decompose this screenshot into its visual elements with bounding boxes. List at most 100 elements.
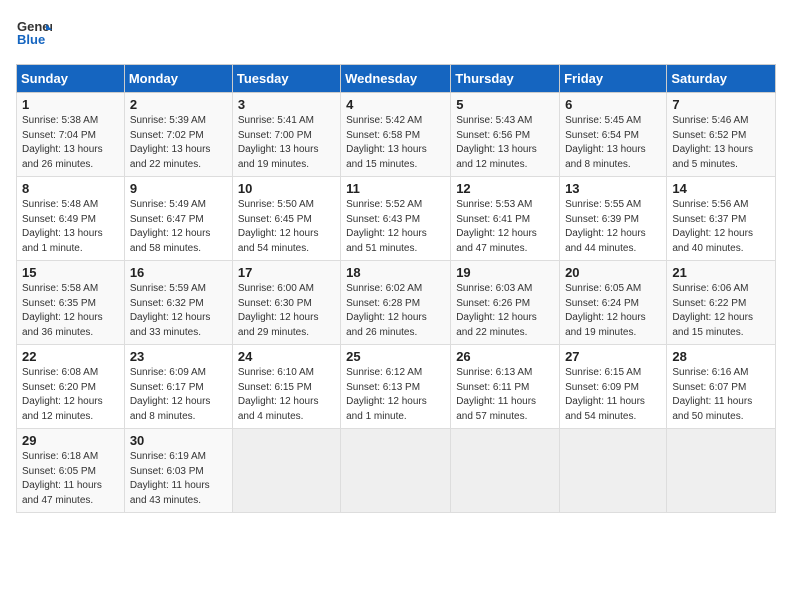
calendar-day-cell: 1Sunrise: 5:38 AMSunset: 7:04 PMDaylight… [17, 93, 125, 177]
calendar-week-row: 29 Sunrise: 6:18 AMSunset: 6:05 PMDayligh… [17, 429, 776, 513]
day-number: 14 [672, 181, 770, 196]
calendar-day-cell: 30 Sunrise: 6:19 AMSunset: 6:03 PMDayligh… [124, 429, 232, 513]
calendar-day-cell: 16 Sunrise: 5:59 AMSunset: 6:32 PMDayligh… [124, 261, 232, 345]
calendar-day-cell: 23 Sunrise: 6:09 AMSunset: 6:17 PMDayligh… [124, 345, 232, 429]
weekday-header: Sunday [17, 65, 125, 93]
calendar-day-cell: 11 Sunrise: 5:52 AMSunset: 6:43 PMDayligh… [341, 177, 451, 261]
day-info: Sunrise: 5:56 AMSunset: 6:37 PMDaylight:… [672, 199, 753, 254]
calendar-day-cell: 5Sunrise: 5:43 AMSunset: 6:56 PMDaylight… [451, 93, 560, 177]
day-info: Sunrise: 6:10 AMSunset: 6:15 PMDaylight:… [238, 367, 319, 422]
day-number: 20 [565, 265, 661, 280]
day-info: Sunrise: 5:42 AMSunset: 6:58 PMDaylight:… [346, 115, 427, 170]
day-number: 24 [238, 349, 335, 364]
calendar-day-cell: 9Sunrise: 5:49 AMSunset: 6:47 PMDaylight… [124, 177, 232, 261]
day-info: Sunrise: 6:16 AMSunset: 6:07 PMDaylight:… [672, 367, 752, 422]
day-number: 26 [456, 349, 554, 364]
day-info: Sunrise: 5:46 AMSunset: 6:52 PMDaylight:… [672, 115, 753, 170]
calendar-day-cell: 6 Sunrise: 5:45 AMSunset: 6:54 PMDaylight… [560, 93, 667, 177]
day-number: 18 [346, 265, 445, 280]
day-info: Sunrise: 6:08 AMSunset: 6:20 PMDaylight:… [22, 367, 103, 422]
day-number: 3 [238, 97, 335, 112]
day-info: Sunrise: 5:45 AMSunset: 6:54 PMDaylight:… [565, 115, 646, 170]
day-info: Sunrise: 6:00 AMSunset: 6:30 PMDaylight:… [238, 283, 319, 338]
day-number: 23 [130, 349, 227, 364]
calendar-day-cell: 21 Sunrise: 6:06 AMSunset: 6:22 PMDayligh… [667, 261, 776, 345]
day-info: Sunrise: 6:12 AMSunset: 6:13 PMDaylight:… [346, 367, 427, 422]
day-info: Sunrise: 6:19 AMSunset: 6:03 PMDaylight:… [130, 451, 210, 506]
weekday-header: Saturday [667, 65, 776, 93]
day-number: 9 [130, 181, 227, 196]
calendar-day-cell [341, 429, 451, 513]
day-number: 25 [346, 349, 445, 364]
day-info: Sunrise: 5:39 AMSunset: 7:02 PMDaylight:… [130, 115, 211, 170]
calendar-day-cell: 28 Sunrise: 6:16 AMSunset: 6:07 PMDayligh… [667, 345, 776, 429]
calendar-day-cell: 12Sunrise: 5:53 AMSunset: 6:41 PMDayligh… [451, 177, 560, 261]
calendar-day-cell: 26 Sunrise: 6:13 AMSunset: 6:11 PMDayligh… [451, 345, 560, 429]
calendar-day-cell [560, 429, 667, 513]
weekday-header: Friday [560, 65, 667, 93]
day-number: 17 [238, 265, 335, 280]
day-info: Sunrise: 6:09 AMSunset: 6:17 PMDaylight:… [130, 367, 211, 422]
day-number: 16 [130, 265, 227, 280]
day-info: Sunrise: 6:03 AMSunset: 6:26 PMDaylight:… [456, 283, 537, 338]
weekday-header: Tuesday [232, 65, 340, 93]
calendar-day-cell: 17 Sunrise: 6:00 AMSunset: 6:30 PMDayligh… [232, 261, 340, 345]
day-number: 21 [672, 265, 770, 280]
calendar-day-cell: 29 Sunrise: 6:18 AMSunset: 6:05 PMDayligh… [17, 429, 125, 513]
day-number: 8 [22, 181, 119, 196]
calendar-table: SundayMondayTuesdayWednesdayThursdayFrid… [16, 64, 776, 513]
calendar-day-cell: 22Sunrise: 6:08 AMSunset: 6:20 PMDayligh… [17, 345, 125, 429]
logo-graphic: General Blue [16, 16, 52, 52]
weekday-header: Monday [124, 65, 232, 93]
day-info: Sunrise: 6:02 AMSunset: 6:28 PMDaylight:… [346, 283, 427, 338]
day-number: 5 [456, 97, 554, 112]
calendar-day-cell: 13 Sunrise: 5:55 AMSunset: 6:39 PMDayligh… [560, 177, 667, 261]
calendar-day-cell: 20 Sunrise: 6:05 AMSunset: 6:24 PMDayligh… [560, 261, 667, 345]
logo: General Blue [16, 16, 52, 52]
day-info: Sunrise: 6:15 AMSunset: 6:09 PMDaylight:… [565, 367, 645, 422]
day-info: Sunrise: 6:18 AMSunset: 6:05 PMDaylight:… [22, 451, 102, 506]
calendar-day-cell: 24 Sunrise: 6:10 AMSunset: 6:15 PMDayligh… [232, 345, 340, 429]
day-info: Sunrise: 5:48 AMSunset: 6:49 PMDaylight:… [22, 199, 103, 254]
day-info: Sunrise: 5:55 AMSunset: 6:39 PMDaylight:… [565, 199, 646, 254]
day-info: Sunrise: 6:13 AMSunset: 6:11 PMDaylight:… [456, 367, 536, 422]
calendar-day-cell: 3 Sunrise: 5:41 AMSunset: 7:00 PMDaylight… [232, 93, 340, 177]
day-number: 30 [130, 433, 227, 448]
calendar-day-cell: 7 Sunrise: 5:46 AMSunset: 6:52 PMDaylight… [667, 93, 776, 177]
day-info: Sunrise: 5:38 AMSunset: 7:04 PMDaylight:… [22, 115, 103, 170]
calendar-day-cell: 18 Sunrise: 6:02 AMSunset: 6:28 PMDayligh… [341, 261, 451, 345]
day-number: 29 [22, 433, 119, 448]
calendar-day-cell: 14 Sunrise: 5:56 AMSunset: 6:37 PMDayligh… [667, 177, 776, 261]
calendar-day-cell: 10 Sunrise: 5:50 AMSunset: 6:45 PMDayligh… [232, 177, 340, 261]
day-info: Sunrise: 5:58 AMSunset: 6:35 PMDaylight:… [22, 283, 103, 338]
day-number: 13 [565, 181, 661, 196]
calendar-day-cell: 8 Sunrise: 5:48 AMSunset: 6:49 PMDaylight… [17, 177, 125, 261]
page-header: General Blue [16, 16, 776, 52]
day-number: 15 [22, 265, 119, 280]
calendar-day-cell [451, 429, 560, 513]
calendar-day-cell: 15 Sunrise: 5:58 AMSunset: 6:35 PMDayligh… [17, 261, 125, 345]
day-info: Sunrise: 5:50 AMSunset: 6:45 PMDaylight:… [238, 199, 319, 254]
day-info: Sunrise: 5:41 AMSunset: 7:00 PMDaylight:… [238, 115, 319, 170]
day-number: 10 [238, 181, 335, 196]
calendar-day-cell: 4 Sunrise: 5:42 AMSunset: 6:58 PMDaylight… [341, 93, 451, 177]
day-number: 4 [346, 97, 445, 112]
day-number: 7 [672, 97, 770, 112]
svg-text:Blue: Blue [17, 32, 45, 47]
day-info: Sunrise: 5:59 AMSunset: 6:32 PMDaylight:… [130, 283, 211, 338]
calendar-week-row: 22Sunrise: 6:08 AMSunset: 6:20 PMDayligh… [17, 345, 776, 429]
day-info: Sunrise: 6:06 AMSunset: 6:22 PMDaylight:… [672, 283, 753, 338]
weekday-header: Wednesday [341, 65, 451, 93]
day-info: Sunrise: 5:52 AMSunset: 6:43 PMDaylight:… [346, 199, 427, 254]
day-number: 11 [346, 181, 445, 196]
day-number: 12 [456, 181, 554, 196]
day-number: 6 [565, 97, 661, 112]
day-info: Sunrise: 6:05 AMSunset: 6:24 PMDaylight:… [565, 283, 646, 338]
day-number: 27 [565, 349, 661, 364]
calendar-day-cell: 19Sunrise: 6:03 AMSunset: 6:26 PMDayligh… [451, 261, 560, 345]
calendar-day-cell [232, 429, 340, 513]
day-number: 28 [672, 349, 770, 364]
calendar-week-row: 15 Sunrise: 5:58 AMSunset: 6:35 PMDayligh… [17, 261, 776, 345]
calendar-day-cell: 25 Sunrise: 6:12 AMSunset: 6:13 PMDayligh… [341, 345, 451, 429]
calendar-week-row: 1Sunrise: 5:38 AMSunset: 7:04 PMDaylight… [17, 93, 776, 177]
